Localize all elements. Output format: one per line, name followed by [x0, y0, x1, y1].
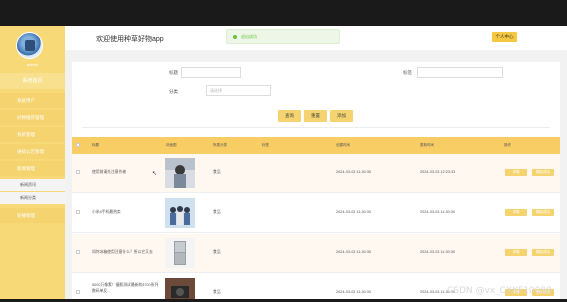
- tag-label: 标签: [403, 70, 412, 75]
- category-select[interactable]: 请选择: [206, 85, 271, 96]
- sidebar-item-system[interactable]: 系统管理: [0, 127, 65, 142]
- th-category: 所属分类: [213, 143, 227, 147]
- sidebar-item-notices[interactable]: 通知公告管理: [0, 144, 65, 159]
- row-updated: 2024-03-03 11:30:30: [420, 210, 455, 214]
- row-title: 5000万像素！摄影测试最新款8700系列数码单反...: [92, 283, 159, 293]
- cover-image: [165, 198, 195, 228]
- delete-button[interactable]: 删除成功: [532, 249, 554, 256]
- row-created: 2024-03-03 11:30:30: [336, 250, 371, 254]
- divider: [82, 127, 550, 128]
- app-title: 欢迎使用种草好物app: [96, 36, 164, 43]
- sidebar-user-label: admin: [27, 62, 38, 67]
- toast-text: 退出成功: [241, 34, 257, 39]
- cover-image: [165, 158, 195, 188]
- row-checkbox[interactable]: [76, 250, 80, 254]
- th-updated: 更新时间: [420, 143, 434, 147]
- cover-image: [165, 278, 195, 300]
- avatar[interactable]: [16, 32, 43, 59]
- header: 欢迎使用种草好物app 退出成功 个人中心: [65, 26, 567, 50]
- table-row: 小米8手机最热卖 食品 2024-03-03 11:30:30 2024-03-…: [72, 194, 560, 233]
- add-button[interactable]: 添加: [330, 110, 353, 122]
- row-title: 使用前请先注意作者: [92, 170, 127, 174]
- row-created: 2024-03-03 11:30:30: [336, 170, 371, 174]
- table-row: 使用前请先注意作者 食品 2024-03-03 11:30:30 2024-03…: [72, 154, 560, 193]
- reset-button[interactable]: 重置: [304, 110, 327, 122]
- row-checkbox[interactable]: [76, 170, 80, 174]
- th-tag: 标签: [262, 143, 269, 147]
- sidebar-subitem-news-category[interactable]: 新闻分类: [0, 192, 65, 204]
- row-title: 如何冰箱使用注意什么？所以它又去: [92, 250, 153, 254]
- row-title: 小米8手机最热卖: [92, 210, 121, 214]
- th-title: 标题: [92, 143, 99, 147]
- table-row: 如何冰箱使用注意什么？所以它又去 食品 2024-03-03 11:30:30 …: [72, 234, 560, 273]
- sidebar-item-users[interactable]: 系统用户: [0, 93, 65, 108]
- success-icon: [233, 35, 237, 39]
- title-label: 标题: [169, 70, 178, 75]
- watermark: CSDN @vx_CXKF10088: [447, 286, 552, 296]
- title-input[interactable]: [181, 67, 241, 78]
- success-toast: 退出成功: [226, 29, 340, 44]
- data-table: 标题 封面图 所属分类 标签 创建时间 更新时间 操作 使用前请先注意作者 食品…: [72, 137, 560, 300]
- cover-image: [165, 238, 195, 268]
- row-category: 食品: [213, 250, 221, 254]
- row-created: 2024-03-03 11:30:30: [336, 290, 371, 294]
- sidebar-subitem-news-list[interactable]: 新闻资讯: [0, 179, 65, 191]
- row-category: 食品: [213, 170, 221, 174]
- delete-button[interactable]: 删除成功: [532, 209, 554, 216]
- select-all-checkbox[interactable]: [76, 143, 80, 147]
- th-created: 创建时间: [336, 143, 350, 147]
- row-checkbox[interactable]: [76, 290, 80, 294]
- row-updated: 2024-03-03 11:30:30: [420, 250, 455, 254]
- detail-button[interactable]: 详情: [505, 209, 527, 216]
- sidebar-item-home[interactable]: 系统首页: [0, 73, 65, 89]
- row-category: 食品: [213, 210, 221, 214]
- row-checkbox[interactable]: [76, 210, 80, 214]
- detail-button[interactable]: 详情: [505, 249, 527, 256]
- delete-button[interactable]: 删除成功: [532, 169, 554, 176]
- tag-input[interactable]: [417, 67, 503, 78]
- detail-button[interactable]: 详情: [505, 169, 527, 176]
- row-category: 食品: [213, 290, 221, 294]
- app-frame: admin 系统首页 系统用户 好物推荐管理 系统管理 通知公告管理 新闻管理 …: [0, 26, 567, 300]
- sidebar-item-products[interactable]: 好物推荐管理: [0, 110, 65, 125]
- user-center-button[interactable]: 个人中心: [492, 32, 517, 42]
- table-header: 标题 封面图 所属分类 标签 创建时间 更新时间 操作: [72, 137, 560, 154]
- sidebar: admin 系统首页 系统用户 好物推荐管理 系统管理 通知公告管理 新闻管理 …: [0, 26, 65, 300]
- sidebar-item-banner[interactable]: 轮播管理: [0, 208, 65, 223]
- query-button[interactable]: 查询: [278, 110, 301, 122]
- category-label: 分类: [169, 89, 178, 94]
- sidebar-item-news[interactable]: 新闻管理: [0, 161, 65, 176]
- th-actions: 操作: [504, 143, 511, 147]
- top-black-strip: [0, 0, 567, 26]
- mouse-cursor-icon: ↖: [152, 171, 158, 177]
- th-cover: 封面图: [166, 143, 177, 147]
- row-updated: 2024-03-03 12:23:33: [420, 170, 456, 174]
- row-created: 2024-03-03 11:30:30: [336, 210, 371, 214]
